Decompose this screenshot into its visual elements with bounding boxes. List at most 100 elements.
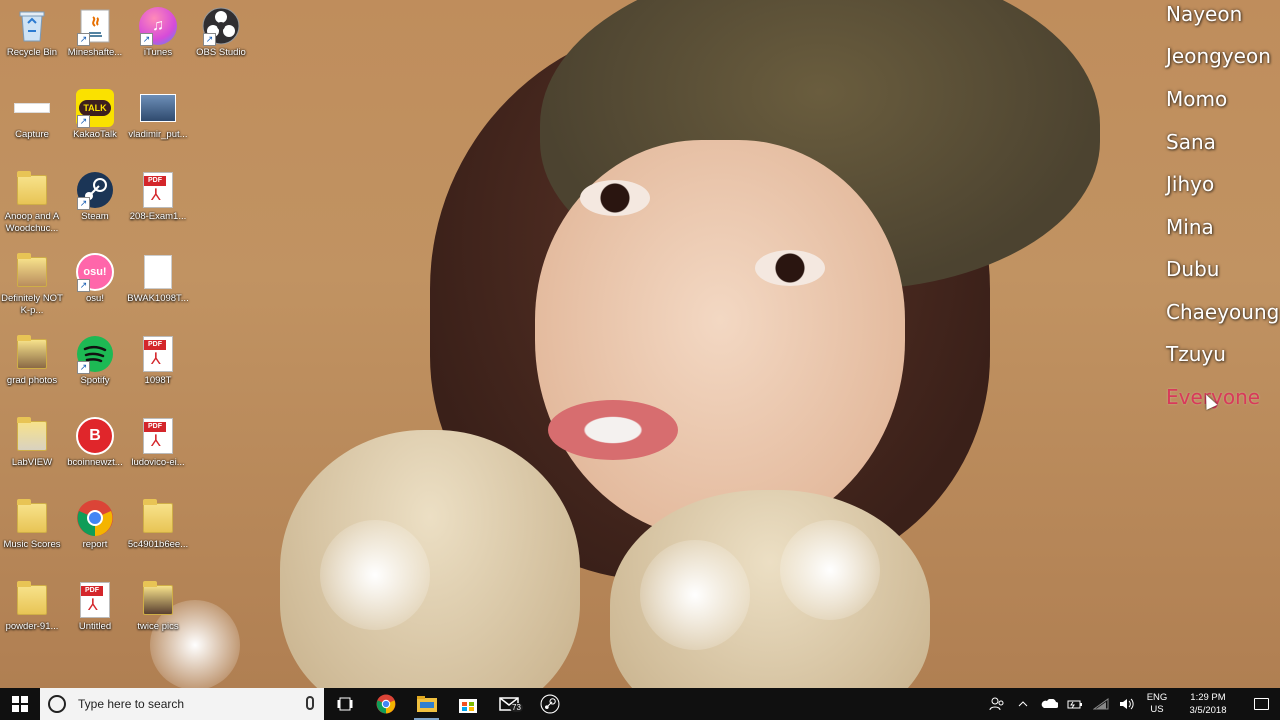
icon-label: report [82,539,108,550]
pdf-icon: PDF ⅄ [138,416,178,456]
desktop-icon-definitely-not-kpop[interactable]: Definitely NOT K-p... [0,250,64,332]
icon-label: Untitled [78,621,112,632]
desktop-icon-itunes[interactable]: ♫ iTunes [126,4,190,86]
folder-icon [12,416,52,456]
desktop-icon-1098t[interactable]: PDF ⅄ 1098T [126,332,190,414]
menu-item-sana[interactable]: Sana [1166,130,1216,154]
icon-label: Definitely NOT K-p... [1,293,63,316]
icon-label: Spotify [80,375,110,386]
language-code: ENG [1146,692,1168,703]
wallpaper-pompom [780,520,880,620]
taskbar-file-explorer[interactable] [406,688,447,720]
notification-icon [1253,698,1269,710]
system-tray: ENG US 1:29 PM 3/5/2018 [984,688,1280,720]
icon-label: Anoop and A Woodchuc... [4,211,60,234]
cortana-icon [48,695,66,713]
menu-item-jihyo[interactable]: Jihyo [1166,172,1214,196]
icon-label: BWAK1098T... [127,293,189,304]
desktop-icon-vladimir[interactable]: vladimir_put... [126,86,190,168]
wallpaper-pompom [640,540,750,650]
icon-label: Recycle Bin [6,47,58,58]
desktop-icon-recycle-bin[interactable]: Recycle Bin [0,4,64,86]
menu-item-dubu[interactable]: Dubu [1166,257,1219,281]
steam-taskbar-icon [540,694,559,714]
icon-label: Music Scores [3,539,61,550]
desktop-icon-report[interactable]: report [63,496,127,578]
desktop-icon-anoop-folder[interactable]: Anoop and A Woodchuc... [0,168,64,250]
desktop-icon-bwak[interactable]: BWAK1098T... [126,250,190,332]
file-explorer-icon [416,696,437,712]
image-file-icon [138,88,178,128]
obs-icon [201,6,241,46]
people-icon[interactable] [984,688,1010,720]
folder-icon [138,580,178,620]
microphone-icon[interactable] [306,696,314,710]
java-app-icon [75,6,115,46]
wallpaper-eye [580,180,650,216]
desktop-icon-mineshafter[interactable]: Mineshafte... [63,4,127,86]
chevron-up-icon[interactable] [1010,688,1036,720]
desktop-icon-twice-pics[interactable]: twice pics [126,578,190,660]
battery-icon[interactable] [1062,688,1088,720]
desktop-icon-spotify[interactable]: Spotify [63,332,127,414]
keyboard-region: US [1150,704,1164,715]
folder-icon [12,170,52,210]
chrome-icon [75,498,115,538]
search-box[interactable]: Type here to search [40,688,324,720]
desktop-icon-osu[interactable]: osu! osu! [63,250,127,332]
wallpaper-pompom [320,520,430,630]
task-view-icon [337,697,352,711]
recycle-bin-icon [12,6,52,46]
desktop-icon-capture[interactable]: Capture [0,86,64,168]
folder-icon [138,498,178,538]
menu-item-mina[interactable]: Mina [1166,215,1214,239]
desktop-icon-kakaotalk[interactable]: TALK KakaoTalk [63,86,127,168]
icon-label: Capture [15,129,49,140]
onedrive-icon[interactable] [1036,688,1062,720]
blank-file-icon [138,252,178,292]
volume-icon[interactable] [1114,688,1140,720]
wallpaper-lips [548,400,678,460]
taskbar-chrome[interactable] [365,688,406,720]
desktop-icon-music-scores[interactable]: Music Scores [0,496,64,578]
icon-label: LabVIEW [11,457,53,468]
desktop-icon-grad-photos[interactable]: grad photos [0,332,64,414]
desktop-icon-steam[interactable]: Steam [63,168,127,250]
desktop-icon-obs[interactable]: OBS Studio [189,4,253,86]
icon-label: grad photos [6,375,58,386]
task-view-button[interactable] [324,688,365,720]
icon-label: Mineshafte... [67,47,123,58]
icon-label: OBS Studio [196,47,246,58]
desktop-icon-untitled[interactable]: PDF ⅄ Untitled [63,578,127,660]
menu-item-tzuyu[interactable]: Tzuyu [1166,342,1226,366]
desktop-icon-208-exam[interactable]: PDF ⅄ 208-Exam1... [126,168,190,250]
taskbar: Type here to search 73 ENG US 1:29 PM 3/… [0,688,1280,720]
icon-label: 5c4901b6ee... [127,539,189,550]
taskbar-store[interactable] [447,688,488,720]
clock[interactable]: 1:29 PM 3/5/2018 [1174,691,1242,717]
menu-item-momo[interactable]: Momo [1166,87,1227,111]
action-center-button[interactable] [1242,698,1280,710]
folder-icon [12,580,52,620]
kakaotalk-icon: TALK [75,88,115,128]
taskbar-steam[interactable] [529,688,570,720]
desktop-icon-5c4901[interactable]: 5c4901b6ee... [126,496,190,578]
icon-label: KakaoTalk [73,129,117,140]
osu-icon: osu! [75,252,115,292]
desktop-icon-ludovico[interactable]: PDF ⅄ ludovico-ei... [126,414,190,496]
icon-label: bcoinnewzt... [67,457,123,468]
icon-label: twice pics [137,621,179,632]
desktop-icon-powder[interactable]: powder-91... [0,578,64,660]
wifi-icon[interactable] [1088,688,1114,720]
taskbar-mail[interactable]: 73 [488,688,529,720]
spotify-icon [75,334,115,374]
language-indicator[interactable]: ENG US [1140,692,1174,716]
desktop-icon-bcoinnew[interactable]: B bcoinnewzt... [63,414,127,496]
desktop-icon-labview[interactable]: LabVIEW [0,414,64,496]
start-button[interactable] [0,688,40,720]
wallpaper-eye [755,250,825,286]
menu-item-nayeon[interactable]: Nayeon [1166,2,1242,26]
image-file-icon [12,88,52,128]
menu-item-jeongyeon[interactable]: Jeongyeon [1166,44,1271,68]
menu-item-chaeyoung[interactable]: Chaeyoung [1166,300,1279,324]
